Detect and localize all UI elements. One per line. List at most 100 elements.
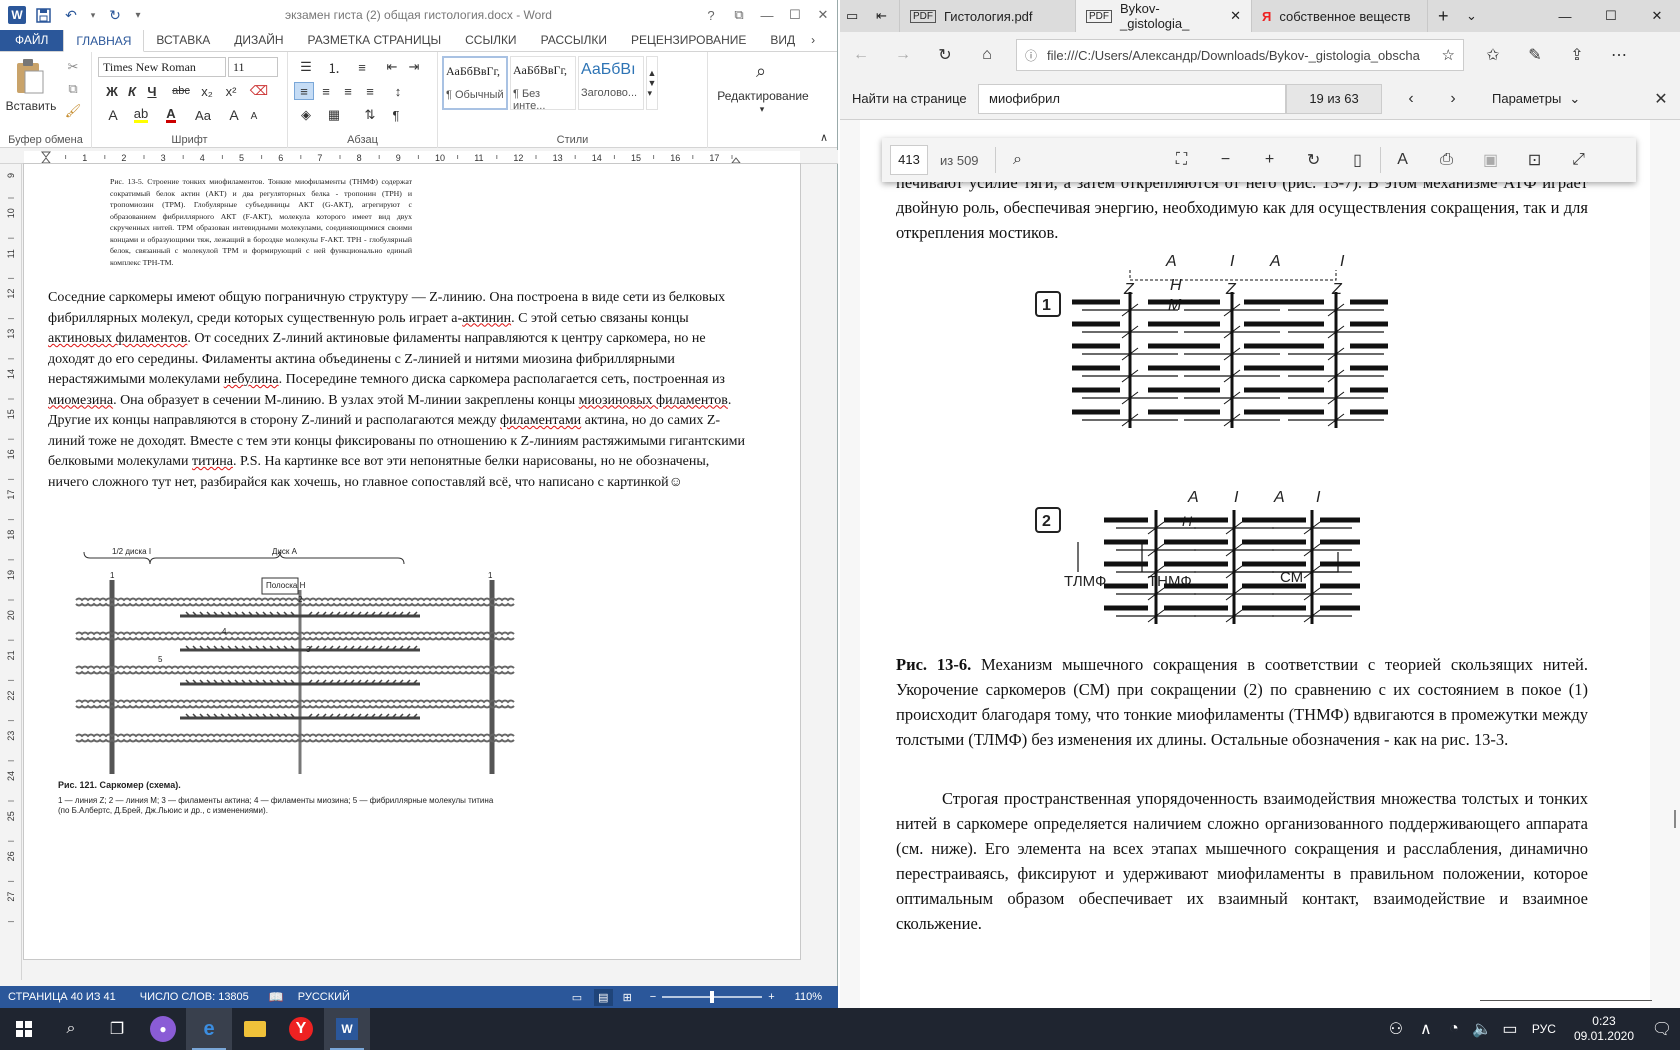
close-tab-icon[interactable]: ✕ bbox=[1230, 8, 1241, 24]
numbering-icon[interactable]: ⒈ bbox=[322, 58, 346, 76]
find-next-icon[interactable]: › bbox=[1438, 84, 1468, 114]
word-count[interactable]: ЧИСЛО СЛОВ: 13805 bbox=[140, 991, 249, 1003]
bold-button[interactable]: Ж bbox=[104, 82, 120, 100]
copy-icon[interactable]: ⧉ bbox=[64, 80, 82, 98]
style-normal[interactable]: АаБбВвГг, ¶ Обычный bbox=[442, 56, 508, 110]
network-icon[interactable]: ◔ bbox=[1440, 1008, 1468, 1050]
pdf-save-icon[interactable]: ▣ bbox=[1469, 150, 1513, 170]
increase-indent-icon[interactable]: ⇥ bbox=[404, 58, 424, 76]
shrink-font-button[interactable]: A bbox=[246, 108, 262, 124]
zoom-slider-thumb[interactable] bbox=[710, 991, 715, 1003]
change-case-button[interactable]: Aa bbox=[190, 106, 216, 124]
tab-yandex[interactable]: Я собственное веществ bbox=[1252, 0, 1428, 32]
align-left-icon[interactable]: ≡ bbox=[294, 82, 314, 100]
grow-font-button[interactable]: A bbox=[226, 106, 242, 124]
notifications-icon[interactable]: 🗨 bbox=[1644, 1008, 1680, 1050]
redo-icon[interactable]: ↻ bbox=[104, 5, 126, 25]
rotate-icon[interactable]: ↻ bbox=[1292, 150, 1336, 170]
edge-close-icon[interactable]: ✕ bbox=[1634, 0, 1680, 32]
edge-minimize-icon[interactable]: — bbox=[1542, 0, 1588, 32]
bullets-icon[interactable]: ☰ bbox=[294, 58, 318, 76]
format-painter-icon[interactable]: 🖌 bbox=[64, 102, 82, 120]
start-icon[interactable] bbox=[0, 1008, 48, 1050]
find-input[interactable]: миофибрил bbox=[978, 84, 1286, 114]
multilevel-list-icon[interactable]: ≡ bbox=[350, 58, 374, 76]
word-icon[interactable]: W bbox=[324, 1008, 370, 1050]
zoom-in-icon[interactable]: + bbox=[1248, 151, 1292, 169]
fit-page-icon[interactable]: ⛶ bbox=[1160, 151, 1204, 169]
page-number-input[interactable]: 413 bbox=[890, 145, 928, 175]
proofing-icon[interactable]: 📖 bbox=[269, 990, 284, 1004]
people-icon[interactable]: ⚇ bbox=[1380, 1008, 1412, 1050]
tabs-scroll-right-icon[interactable]: › bbox=[807, 29, 819, 51]
new-tab-button[interactable]: + bbox=[1428, 0, 1456, 32]
url-field[interactable]: ⓘ file:///C:/Users/Александр/Downloads/B… bbox=[1016, 39, 1464, 71]
find-previous-icon[interactable]: ‹ bbox=[1396, 84, 1426, 114]
explorer-icon[interactable] bbox=[232, 1008, 278, 1050]
font-size-select[interactable]: 11 bbox=[228, 57, 278, 77]
close-icon[interactable]: ✕ bbox=[809, 0, 837, 30]
favorite-star-icon[interactable]: ☆ bbox=[1442, 46, 1455, 64]
tab-list-icon[interactable]: ⌄ bbox=[1456, 0, 1484, 32]
find-options-button[interactable]: Параметры ⌄ bbox=[1492, 91, 1580, 107]
fullscreen-icon[interactable]: ⤢ bbox=[1557, 151, 1601, 169]
help-icon[interactable]: ? bbox=[697, 0, 725, 30]
more-icon[interactable]: ⋯ bbox=[1598, 45, 1640, 65]
find-close-icon[interactable]: ✕ bbox=[1646, 84, 1676, 114]
styles-gallery-scroll[interactable]: ▲ ▼ ▾ bbox=[646, 56, 658, 110]
strikethrough-button[interactable]: abc bbox=[168, 82, 194, 100]
volume-icon[interactable]: 🔈 bbox=[1468, 1008, 1496, 1050]
font-name-select[interactable]: Times New Roman bbox=[98, 57, 226, 77]
tab-view[interactable]: ВИД bbox=[758, 29, 807, 51]
tab-home[interactable]: ГЛАВНАЯ bbox=[63, 29, 145, 52]
underline-button[interactable]: Ч bbox=[144, 82, 160, 100]
tab-bykov-pdf[interactable]: PDF Bykov-_gistologia_ ✕ bbox=[1076, 0, 1252, 32]
decrease-indent-icon[interactable]: ⇤ bbox=[382, 58, 402, 76]
input-language[interactable]: РУС bbox=[1532, 1022, 1556, 1036]
show-hidden-icon[interactable]: ∧ bbox=[1412, 1008, 1440, 1050]
refresh-icon[interactable]: ↻ bbox=[924, 45, 966, 65]
zoom-level[interactable]: 110% bbox=[795, 991, 822, 1003]
maximize-icon[interactable]: ☐ bbox=[781, 0, 809, 30]
customize-icon[interactable]: ▾ bbox=[132, 5, 144, 25]
set-tabs-aside-icon[interactable]: ⇤ bbox=[870, 0, 900, 32]
line-spacing-icon[interactable]: ↕ bbox=[386, 82, 410, 100]
justify-icon[interactable]: ≡ bbox=[360, 82, 380, 100]
binoculars-icon[interactable]: ⌕ bbox=[746, 58, 776, 84]
style-heading1[interactable]: АаБбВı Заголово... bbox=[578, 56, 644, 110]
show-marks-icon[interactable]: ¶ bbox=[386, 106, 406, 124]
tab-review[interactable]: РЕЦЕНЗИРОВАНИЕ bbox=[619, 29, 758, 51]
search-icon[interactable]: ⌕ bbox=[48, 1008, 94, 1050]
word-app-icon[interactable]: W bbox=[8, 6, 26, 24]
cortana-mic-icon[interactable]: ● bbox=[140, 1008, 186, 1050]
paste-button[interactable]: Вставить bbox=[4, 98, 58, 114]
vertical-scrollbar[interactable] bbox=[812, 164, 828, 980]
collapse-ribbon-icon[interactable]: ∧ bbox=[816, 130, 832, 144]
zoom-out-icon[interactable]: − bbox=[1204, 151, 1248, 169]
edge-maximize-icon[interactable]: ☐ bbox=[1588, 0, 1634, 32]
yandex-browser-icon[interactable]: Y bbox=[278, 1008, 324, 1050]
tab-design[interactable]: ДИЗАЙН bbox=[222, 29, 295, 51]
zoom-in-button[interactable]: + bbox=[768, 991, 774, 1003]
subscript-button[interactable]: x₂ bbox=[196, 82, 218, 100]
pdf-scroll-thumb[interactable] bbox=[1674, 810, 1676, 828]
back-icon[interactable]: ← bbox=[840, 46, 882, 64]
notes-icon[interactable]: ✎ bbox=[1514, 45, 1556, 65]
editing-dropdown-icon[interactable]: ▾ bbox=[756, 104, 768, 114]
tab-references[interactable]: ССЫЛКИ bbox=[453, 29, 528, 51]
italic-button[interactable]: К bbox=[124, 82, 140, 100]
page-view-icon[interactable]: ▯ bbox=[1336, 150, 1380, 170]
tab-mailings[interactable]: РАССЫЛКИ bbox=[529, 29, 619, 51]
sort-icon[interactable]: ⇅ bbox=[360, 106, 380, 124]
page-count[interactable]: СТРАНИЦА 40 ИЗ 41 bbox=[8, 991, 116, 1003]
battery-icon[interactable]: ▭ bbox=[1496, 1008, 1524, 1050]
zoom-out-button[interactable]: − bbox=[650, 991, 656, 1003]
clear-formatting-icon[interactable]: ⌫ bbox=[248, 82, 270, 100]
info-icon[interactable]: ⓘ bbox=[1025, 47, 1037, 64]
highlight-color-icon[interactable]: ab bbox=[128, 106, 154, 124]
zoom-slider[interactable] bbox=[662, 991, 763, 1003]
save-icon[interactable] bbox=[32, 5, 54, 25]
editing-button[interactable]: Редактирование bbox=[708, 88, 818, 104]
borders-icon[interactable]: ▦ bbox=[322, 106, 346, 124]
style-no-spacing[interactable]: АаБбВвГг, ¶ Без инте... bbox=[510, 56, 576, 112]
